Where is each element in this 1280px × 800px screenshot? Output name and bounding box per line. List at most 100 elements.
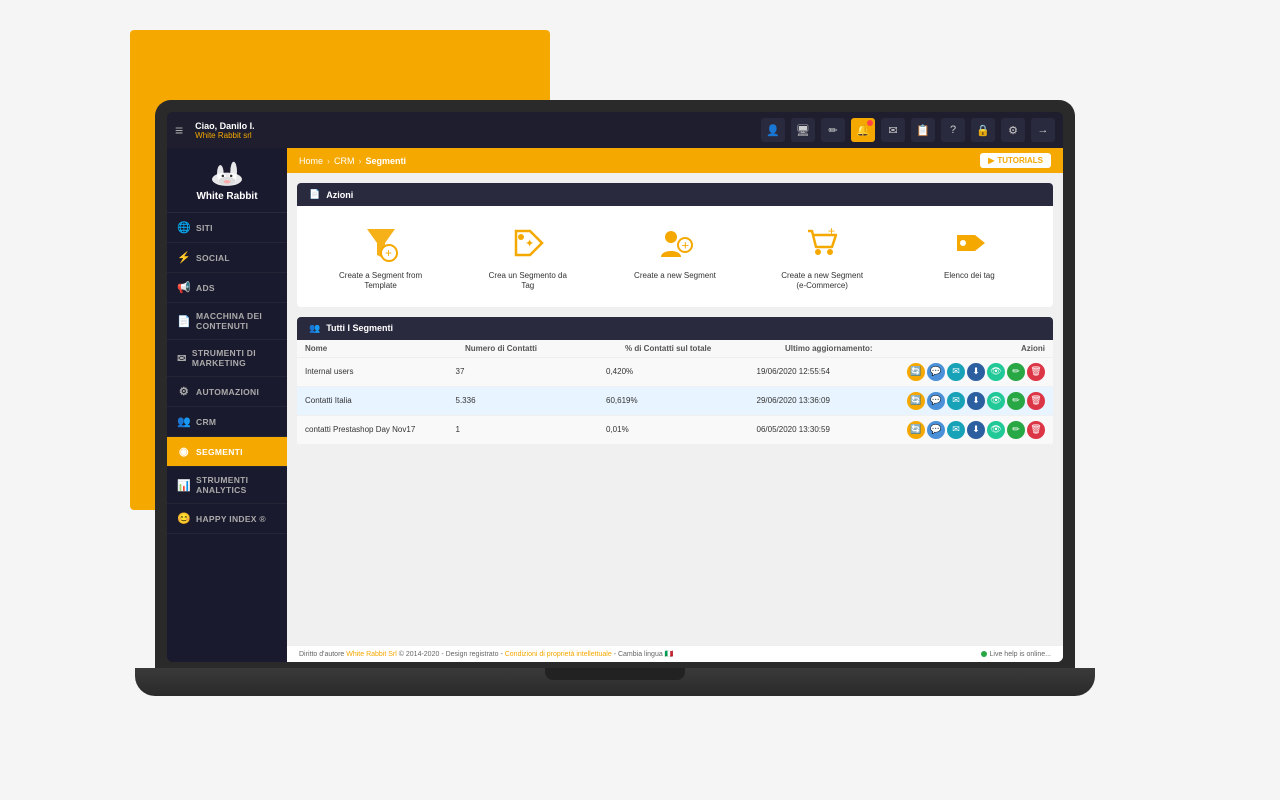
email-icon-btn[interactable]: ✉ xyxy=(881,118,905,142)
hamburger-menu[interactable]: ≡ xyxy=(175,122,183,138)
analytics-icon: 📊 xyxy=(177,479,191,492)
row2-updated: 29/06/2020 13:36:09 xyxy=(757,396,908,405)
row1-export-btn[interactable]: ⬇ xyxy=(967,363,985,381)
row2-sync-btn[interactable]: 🔄 xyxy=(907,392,925,410)
row2-view-btn[interactable]: 👁 xyxy=(987,392,1005,410)
row3-delete-btn[interactable]: 🗑 xyxy=(1027,421,1045,439)
row1-updated: 19/06/2020 12:55:54 xyxy=(757,367,908,376)
breadcrumb-home[interactable]: Home xyxy=(299,156,323,166)
flag-icon: 🇮🇹 xyxy=(665,651,674,658)
sidebar-item-segmenti[interactable]: ◉ SEGMENTI xyxy=(167,437,287,467)
sidebar-label-segmenti: SEGMENTI xyxy=(196,447,243,457)
sidebar-nav: 🌐 SITI ⚡ SOCIAL 📢 ADS xyxy=(167,213,287,662)
social-icon: ⚡ xyxy=(177,251,191,264)
sidebar-item-siti[interactable]: 🌐 SITI xyxy=(167,213,287,243)
edit-icon-btn[interactable]: ✏ xyxy=(821,118,845,142)
segments-panel: 👥 Tutti I Segmenti Nome Numero di Contat… xyxy=(297,317,1053,445)
actions-panel-header: 📄 Azioni xyxy=(297,183,1053,206)
top-bar: ≡ Ciao, Danilo I. White Rabbit srl 👤 🖥 ✏… xyxy=(167,112,1063,148)
action-tag-list[interactable]: Elenco dei tag xyxy=(924,221,1014,292)
row2-edit-btn[interactable]: ✏ xyxy=(1007,392,1025,410)
clipboard-icon-btn[interactable]: 📋 xyxy=(911,118,935,142)
row1-percent: 0,420% xyxy=(606,367,757,376)
laptop-device: ≡ Ciao, Danilo I. White Rabbit srl 👤 🖥 ✏… xyxy=(155,100,1115,720)
row3-chat-btn[interactable]: 💬 xyxy=(927,421,945,439)
row2-percent: 60,619% xyxy=(606,396,757,405)
happy-icon: 😊 xyxy=(177,512,191,525)
content-scroll[interactable]: 📄 Azioni xyxy=(287,173,1063,645)
sidebar-label-analytics: STRUMENTI ANALYTICS xyxy=(196,475,277,495)
automazioni-icon: ⚙ xyxy=(177,385,191,398)
row1-view-btn[interactable]: 👁 xyxy=(987,363,1005,381)
row1-name: Internal users xyxy=(305,367,456,376)
col-contacts: Numero di Contatti xyxy=(465,344,625,353)
row3-edit-btn[interactable]: ✏ xyxy=(1007,421,1025,439)
sidebar-item-automazioni[interactable]: ⚙ AUTOMAZIONI xyxy=(167,377,287,407)
row3-sync-btn[interactable]: 🔄 xyxy=(907,421,925,439)
sidebar-item-social[interactable]: ⚡ SOCIAL xyxy=(167,243,287,273)
row1-chat-btn[interactable]: 💬 xyxy=(927,363,945,381)
svg-text:+: + xyxy=(385,246,392,260)
sidebar-label-happy: HAPPY INDEX ® xyxy=(196,514,266,524)
table-row: contatti Prestashop Day Nov17 1 0,01% 06… xyxy=(297,416,1053,445)
row2-chat-btn[interactable]: 💬 xyxy=(927,392,945,410)
live-chat-text: Live help is online... xyxy=(990,651,1051,658)
sidebar-item-ads[interactable]: 📢 ADS xyxy=(167,273,287,303)
row3-view-btn[interactable]: 👁 xyxy=(987,421,1005,439)
action-label-2: Crea un Segmento da Tag xyxy=(483,271,573,292)
help-icon-btn[interactable]: ? xyxy=(941,118,965,142)
row3-contacts: 1 xyxy=(456,425,607,434)
logo-text: White Rabbit xyxy=(196,191,257,202)
logout-icon-btn[interactable]: → xyxy=(1031,118,1055,142)
tutorials-button[interactable]: ▶ TUTORIALS xyxy=(980,153,1051,168)
sidebar-item-marketing[interactable]: ✉ STRUMENTI DI MARKETING xyxy=(167,340,287,377)
row3-export-btn[interactable]: ⬇ xyxy=(967,421,985,439)
settings-icon-btn[interactable]: ⚙ xyxy=(1001,118,1025,142)
row3-name: contatti Prestashop Day Nov17 xyxy=(305,425,456,434)
sidebar-item-crm[interactable]: 👥 CRM xyxy=(167,407,287,437)
breadcrumb: Home › CRM › Segmenti xyxy=(299,156,406,166)
row2-email-btn[interactable]: ✉ xyxy=(947,392,965,410)
notification-icon-btn[interactable]: 🔔 xyxy=(851,118,875,142)
row1-sync-btn[interactable]: 🔄 xyxy=(907,363,925,381)
sidebar-item-happy[interactable]: 😊 HAPPY INDEX ® xyxy=(167,504,287,534)
tutorials-icon: ▶ xyxy=(988,156,994,165)
sidebar-item-contenuti[interactable]: 📄 MACCHINA DEI CONTENUTI xyxy=(167,303,287,340)
row1-delete-btn[interactable]: 🗑 xyxy=(1027,363,1045,381)
cart-icon: + xyxy=(800,221,844,265)
action-segment-template[interactable]: + Create a Segment from Template xyxy=(336,221,426,292)
action-segment-tag[interactable]: ✦ Crea un Segmento da Tag xyxy=(483,221,573,292)
breadcrumb-current: Segmenti xyxy=(366,156,407,166)
action-new-segment[interactable]: + Create a new Segment xyxy=(630,221,720,292)
sidebar-label-marketing: STRUMENTI DI MARKETING xyxy=(192,348,277,368)
breadcrumb-crm[interactable]: CRM xyxy=(334,156,355,166)
action-label-3: Create a new Segment xyxy=(634,271,716,281)
users-add-icon: + xyxy=(653,221,697,265)
action-ecommerce-segment[interactable]: + Create a new Segment (e-Commerce) xyxy=(777,221,867,292)
content-area: Home › CRM › Segmenti ▶ TUTORIALS xyxy=(287,148,1063,662)
app-container: ≡ Ciao, Danilo I. White Rabbit srl 👤 🖥 ✏… xyxy=(167,112,1063,662)
actions-grid: + Create a Segment from Template xyxy=(297,206,1053,307)
monitor-icon-btn[interactable]: 🖥 xyxy=(791,118,815,142)
row2-export-btn[interactable]: ⬇ xyxy=(967,392,985,410)
row2-actions: 🔄 💬 ✉ ⬇ 👁 ✏ 🗑 xyxy=(907,392,1045,410)
sidebar-item-analytics[interactable]: 📊 STRUMENTI ANALYTICS xyxy=(167,467,287,504)
actions-panel: 📄 Azioni xyxy=(297,183,1053,307)
footer-link[interactable]: White Rabbit Srl xyxy=(346,651,397,658)
col-percent: % di Contatti sul totale xyxy=(625,344,785,353)
row2-delete-btn[interactable]: 🗑 xyxy=(1027,392,1045,410)
users-icon-btn[interactable]: 👤 xyxy=(761,118,785,142)
lock-icon-btn[interactable]: 🔒 xyxy=(971,118,995,142)
footer-ip-link[interactable]: Condizioni di proprietà intellettuale xyxy=(505,651,612,658)
row3-email-btn[interactable]: ✉ xyxy=(947,421,965,439)
svg-text:+: + xyxy=(828,224,835,238)
table-row: Contatti Italia 5.336 60,619% 29/06/2020… xyxy=(297,387,1053,416)
svg-text:+: + xyxy=(681,238,689,253)
actions-panel-title: Azioni xyxy=(326,190,353,200)
row1-edit-btn[interactable]: ✏ xyxy=(1007,363,1025,381)
sidebar-label-social: SOCIAL xyxy=(196,253,230,263)
row1-email-btn[interactable]: ✉ xyxy=(947,363,965,381)
app-screen: ≡ Ciao, Danilo I. White Rabbit srl 👤 🖥 ✏… xyxy=(167,112,1063,662)
col-actions: Azioni xyxy=(945,344,1045,353)
action-label-5: Elenco dei tag xyxy=(944,271,995,281)
